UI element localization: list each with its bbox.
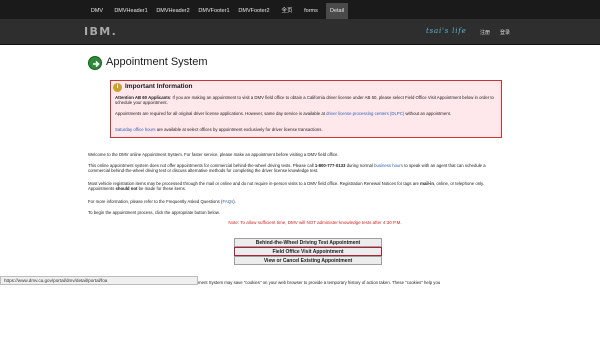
saturday-text: are available at select offices by appoi… [155,127,323,132]
should-not-label: should not [115,186,138,192]
view-cancel-appointment-button[interactable]: View or Cancel Existing Appointment [234,256,382,265]
tab-detail[interactable]: Detail [326,3,348,19]
site-header: IBM. tsai's life 注册 登录 [0,19,600,45]
dlpc-notice: Appointments are required for all origin… [115,111,501,116]
phone-number: 1-800-777-0133 [314,163,346,168]
ibm-logo: IBM. [84,25,118,38]
faq-link[interactable]: FAQs [222,199,233,204]
page-title: Appointment System [106,56,208,68]
tab-dmvheader2[interactable]: DMVHeader2 [156,4,190,18]
arrow-circle-icon [88,56,102,70]
dlpc-text-a: Appointments are required for all origin… [115,111,327,116]
mail-text-a: Most vehicle registration items may be p… [88,181,421,186]
tab-dmvfooter2[interactable]: DMVFooter2 [238,4,270,18]
ab60-notice: Attention AB 60 Applicants: If you are m… [115,95,501,106]
arrow-right-icon [93,60,100,68]
begin-text: To begin the appointment process, click … [88,210,220,215]
commercial-text-b: during normal [345,163,375,168]
brand-wordmark: tsai's life [426,27,467,35]
important-info-box: i Important Information Attention AB 60 … [110,80,502,138]
mail-in-label: mail-in [420,181,434,186]
faq-text-b: ). [233,199,236,204]
ab60-label: Attention AB 60 Applicants [115,95,171,100]
registration-mail-text: Most vehicle registration items may be p… [88,181,502,192]
dlpc-link[interactable]: driver license processing centers (DLPC) [326,111,404,116]
tab-dmvfooter1[interactable]: DMVFooter1 [198,4,230,18]
status-bar-url: https://www.dmv.ca.gov/portal/dmv/detail… [0,276,198,285]
tab-dmv[interactable]: DMV [86,4,108,18]
business-hours-link[interactable]: business hours [374,163,403,168]
tab-forms[interactable]: forms [302,4,320,18]
tab-dmvheader1[interactable]: DMVHeader1 [114,4,148,18]
mail-text-c: be made for these items. [137,186,186,192]
behind-the-wheel-button[interactable]: Behind-the-Wheel Driving Test Appointmen… [234,238,382,247]
register-link[interactable]: 注册 [480,29,490,36]
commercial-test-text: This online appointment system does not … [88,163,502,174]
login-link[interactable]: 登录 [500,29,510,36]
info-heading: Important Information [125,83,193,90]
commercial-text-a: This online appointment system does not … [88,163,315,168]
knowledge-test-note: Note: To allow sufficient time, DMV will… [228,220,402,225]
faq-text: For more information, please refer to th… [88,199,502,204]
tab-all-pages[interactable]: 全页 [280,4,294,18]
ab60-text: : If you are making an appointment to vi… [115,95,494,106]
info-icon: i [113,83,122,92]
dlpc-text-b: without an appointment. [404,111,452,116]
saturday-notice: Saturday office hours are available at s… [115,127,501,132]
welcome-text: Welcome to the DMV online Appointment Sy… [88,152,339,157]
field-office-visit-button[interactable]: Field Office Visit Appointment [234,247,382,256]
saturday-hours-link[interactable]: Saturday office hours [115,127,156,132]
top-nav-bar: DMV DMVHeader1 DMVHeader2 DMVFooter1 DMV… [0,0,600,19]
cookies-notice: ment System may save "cookies" on your w… [198,280,441,285]
faq-text-a: For more information, please refer to th… [88,199,223,204]
